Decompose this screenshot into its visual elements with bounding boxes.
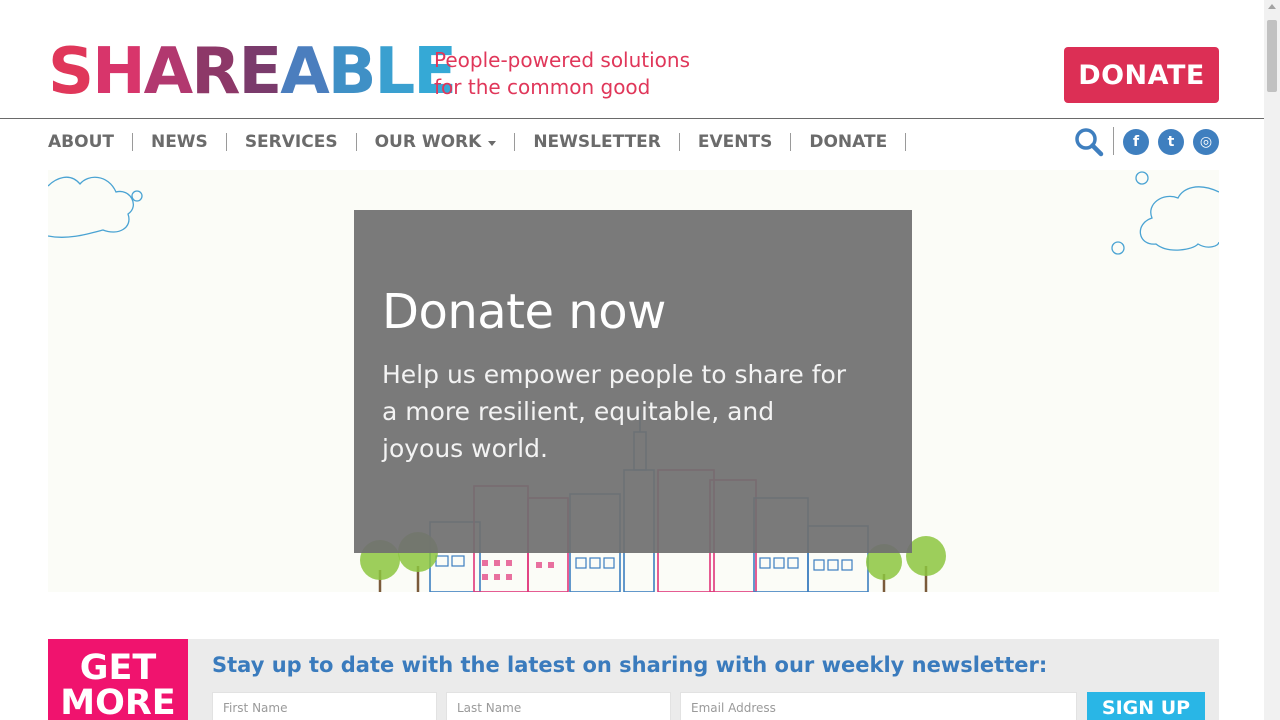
logo-letter: E (238, 35, 282, 109)
nav-divider (514, 133, 516, 151)
email-field[interactable] (680, 692, 1077, 720)
donate-button[interactable]: DONATE (1064, 47, 1219, 103)
logo-letter: S (48, 35, 94, 109)
nav-label: ABOUT (48, 132, 114, 152)
nav-item-events[interactable]: EVENTS (698, 132, 772, 152)
nav-item-donate[interactable]: DONATE (809, 132, 887, 152)
search-icon[interactable] (1074, 127, 1104, 157)
newsletter-heading: Stay up to date with the latest on shari… (212, 653, 1048, 677)
hero-banner: Donate now Help us empower people to sha… (48, 170, 1219, 592)
shareable-logo[interactable]: SHAREABLE (48, 35, 457, 109)
nav-divider (225, 133, 227, 151)
scrollbar-thumb[interactable] (1267, 20, 1277, 92)
social-divider (1113, 127, 1114, 155)
page-scrollbar[interactable] (1264, 0, 1280, 720)
nav-divider (131, 133, 133, 151)
nav-divider (678, 133, 680, 151)
scroll-up-icon[interactable] (1268, 4, 1276, 9)
nav-item-about[interactable]: ABOUT (48, 132, 114, 152)
instagram-icon[interactable]: ◎ (1193, 129, 1219, 155)
twitter-icon[interactable]: t (1158, 129, 1184, 155)
nav-item-newsletter[interactable]: NEWSLETTER (533, 132, 661, 152)
nav-label: OUR WORK (374, 132, 482, 152)
logo-letter: A (280, 35, 330, 109)
nav-label: EVENTS (697, 132, 773, 152)
last-name-field[interactable] (446, 692, 671, 720)
logo-letter: A (143, 35, 194, 109)
nav-label: SERVICES (244, 132, 338, 152)
main-nav: ABOUT NEWS SERVICES OUR WORK NEWSLETTER … (48, 128, 924, 156)
newsletter-bar: GET MORE Stay up to date with the latest… (48, 639, 1219, 720)
logo-letter: B (327, 35, 377, 109)
first-name-field[interactable] (212, 692, 437, 720)
logo-letter: L (374, 35, 416, 109)
hero-card: Donate now Help us empower people to sha… (354, 210, 912, 553)
get-more-badge: GET MORE (48, 639, 188, 720)
nav-label: NEWS (150, 132, 208, 152)
badge-line: MORE (60, 683, 176, 720)
nav-item-our-work[interactable]: OUR WORK (375, 132, 497, 152)
logo-letter: H (92, 35, 146, 109)
logo-letter: R (191, 35, 240, 109)
site-header: SHAREABLE People-powered solutions for t… (0, 0, 1264, 118)
nav-item-news[interactable]: NEWS (151, 132, 208, 152)
nav-label: DONATE (809, 132, 888, 152)
site-tagline: People-powered solutions for the common … (434, 47, 690, 101)
badge-line: GET (79, 648, 157, 688)
nav-label: NEWSLETTER (533, 132, 661, 152)
nav-item-services[interactable]: SERVICES (245, 132, 338, 152)
tagline-line: People-powered solutions (434, 48, 691, 72)
nav-divider (905, 133, 907, 151)
header-divider (0, 118, 1264, 119)
hero-title: Donate now (382, 284, 666, 340)
tagline-line: for the common good (434, 75, 651, 99)
sign-up-button[interactable]: SIGN UP (1087, 692, 1205, 720)
facebook-icon[interactable]: f (1123, 129, 1149, 155)
nav-divider (790, 133, 792, 151)
caret-down-icon (488, 140, 497, 146)
nav-divider (355, 133, 357, 151)
hero-text: Help us empower people to share for a mo… (382, 360, 847, 463)
